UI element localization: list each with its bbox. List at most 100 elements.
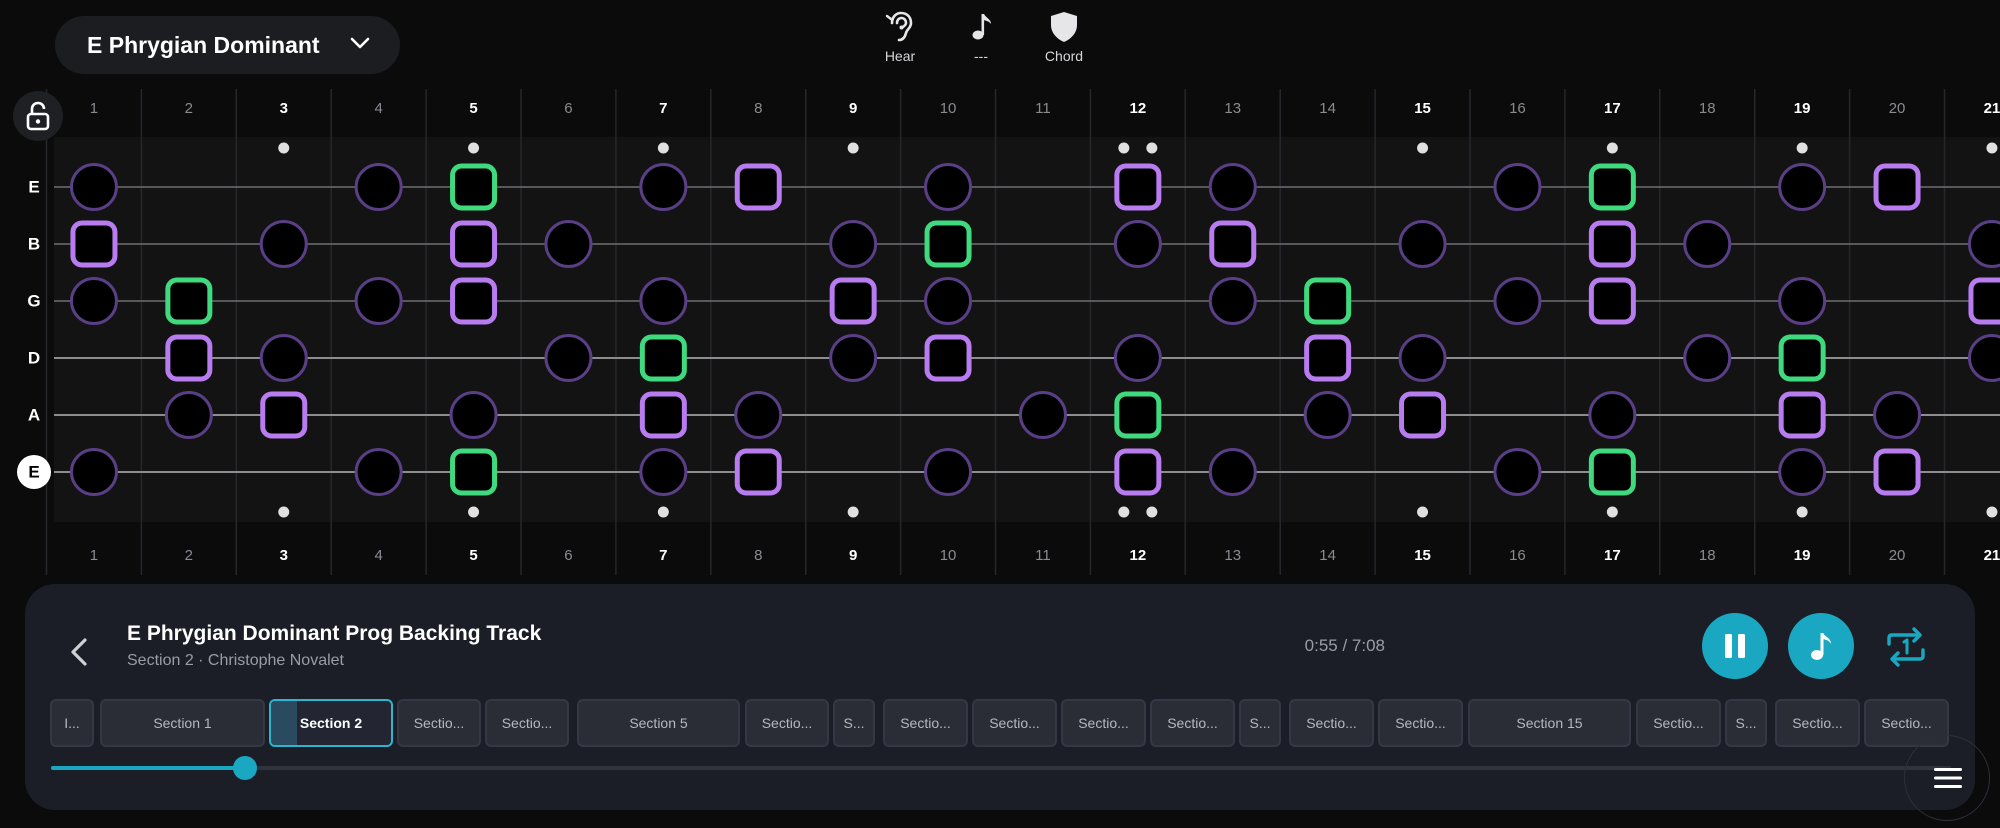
scale-note-marker[interactable] [1588,391,1637,439]
section-button[interactable]: Sectio... [1378,699,1463,747]
scale-note-marker[interactable] [259,220,308,268]
section-button[interactable]: S... [1239,699,1281,747]
scale-note-marker[interactable] [829,220,878,268]
scale-note-marker[interactable] [1967,220,2000,268]
scale-note-marker[interactable] [1493,163,1542,211]
section-button[interactable]: Section 5 [577,699,740,747]
chord-note-marker[interactable] [1873,163,1921,211]
chord-note-marker[interactable] [1588,220,1636,268]
root-note-marker[interactable] [1778,334,1826,382]
chord-note-marker[interactable] [165,334,213,382]
section-button[interactable]: Sectio... [1775,699,1860,747]
scale-note-marker[interactable] [639,448,688,496]
section-button[interactable]: Sectio... [397,699,481,747]
repeat-one-icon[interactable] [1883,624,1929,670]
chord-note-marker[interactable] [1588,277,1636,325]
pause-button[interactable] [1702,613,1768,679]
scale-note-marker[interactable] [1873,391,1922,439]
root-note-marker[interactable] [165,277,213,325]
chevron-left-icon[interactable] [61,632,101,672]
scale-note-marker[interactable] [734,391,783,439]
chord-note-marker[interactable] [450,277,498,325]
section-button[interactable]: Sectio... [972,699,1057,747]
chord-note-marker[interactable] [924,334,972,382]
root-note-marker[interactable] [1114,391,1162,439]
scale-note-marker[interactable] [544,220,593,268]
chord-note-marker[interactable] [734,448,782,496]
scale-note-marker[interactable] [1493,448,1542,496]
lock-button[interactable] [13,91,63,141]
root-note-marker[interactable] [924,220,972,268]
scale-note-marker[interactable] [1778,448,1827,496]
scale-note-marker[interactable] [449,391,498,439]
root-note-marker[interactable] [1304,277,1352,325]
chord-note-marker[interactable] [70,220,118,268]
progress-knob[interactable] [232,756,257,780]
scale-note-marker[interactable] [1778,163,1827,211]
chord-note-marker[interactable] [450,220,498,268]
scale-note-marker[interactable] [1493,277,1542,325]
menu-button[interactable] [1904,735,1990,821]
section-button[interactable]: Sectio... [1289,699,1374,747]
section-button[interactable]: Sectio... [745,699,829,747]
section-button[interactable]: Section 15 [1468,699,1631,747]
root-note-marker[interactable] [639,334,687,382]
scale-note-marker[interactable] [1018,391,1067,439]
section-button[interactable]: Sectio... [883,699,968,747]
chord-note-marker[interactable] [1873,448,1921,496]
section-button[interactable]: Sectio... [1150,699,1235,747]
scale-note-marker[interactable] [69,163,118,211]
section-button[interactable]: Section 2 [269,699,393,747]
root-note-marker[interactable] [450,163,498,211]
scale-note-marker[interactable] [829,334,878,382]
chord-note-marker[interactable] [1114,163,1162,211]
scale-note-marker[interactable] [1398,220,1447,268]
root-note-marker[interactable] [450,448,498,496]
chord-note-marker[interactable] [1114,448,1162,496]
root-note-marker[interactable] [1588,163,1636,211]
chord-note-marker[interactable] [1209,220,1257,268]
scale-note-marker[interactable] [354,448,403,496]
scale-note-marker[interactable] [354,163,403,211]
progress-bar[interactable] [51,756,1951,780]
scale-note-marker[interactable] [924,448,973,496]
section-button[interactable]: Sectio... [1636,699,1721,747]
scale-note-marker[interactable] [544,334,593,382]
chord-note-marker[interactable] [1399,391,1447,439]
metronome-note-button[interactable] [1788,613,1854,679]
scale-note-marker[interactable] [1208,448,1257,496]
section-button[interactable]: Sectio... [1061,699,1146,747]
chord-note-marker[interactable] [639,391,687,439]
chord-note-marker[interactable] [1304,334,1352,382]
scale-note-marker[interactable] [354,277,403,325]
section-button[interactable]: S... [833,699,875,747]
scale-note-marker[interactable] [259,334,308,382]
scale-note-marker[interactable] [69,448,118,496]
scale-note-marker[interactable] [69,277,118,325]
section-button[interactable]: Section 1 [100,699,265,747]
scale-note-marker[interactable] [1113,334,1162,382]
root-note-marker[interactable] [1588,448,1636,496]
scale-note-marker[interactable] [1113,220,1162,268]
scale-note-marker[interactable] [1303,391,1352,439]
section-button[interactable]: Sectio... [485,699,569,747]
scale-note-marker[interactable] [924,163,973,211]
scale-note-marker[interactable] [164,391,213,439]
scale-note-marker[interactable] [639,277,688,325]
chord-note-marker[interactable] [1968,277,2000,325]
scale-note-marker[interactable] [924,277,973,325]
section-button[interactable]: S... [1725,699,1767,747]
section-button[interactable]: I... [50,699,94,747]
scale-note-marker[interactable] [1778,277,1827,325]
chord-note-marker[interactable] [829,277,877,325]
scale-note-marker[interactable] [1208,277,1257,325]
scale-note-marker[interactable] [1398,334,1447,382]
scale-note-marker[interactable] [1683,220,1732,268]
chord-note-marker[interactable] [1778,391,1826,439]
scale-note-marker[interactable] [1208,163,1257,211]
scale-note-marker[interactable] [1683,334,1732,382]
scale-note-marker[interactable] [1967,334,2000,382]
scale-note-marker[interactable] [639,163,688,211]
chord-note-marker[interactable] [734,163,782,211]
chord-note-marker[interactable] [260,391,308,439]
